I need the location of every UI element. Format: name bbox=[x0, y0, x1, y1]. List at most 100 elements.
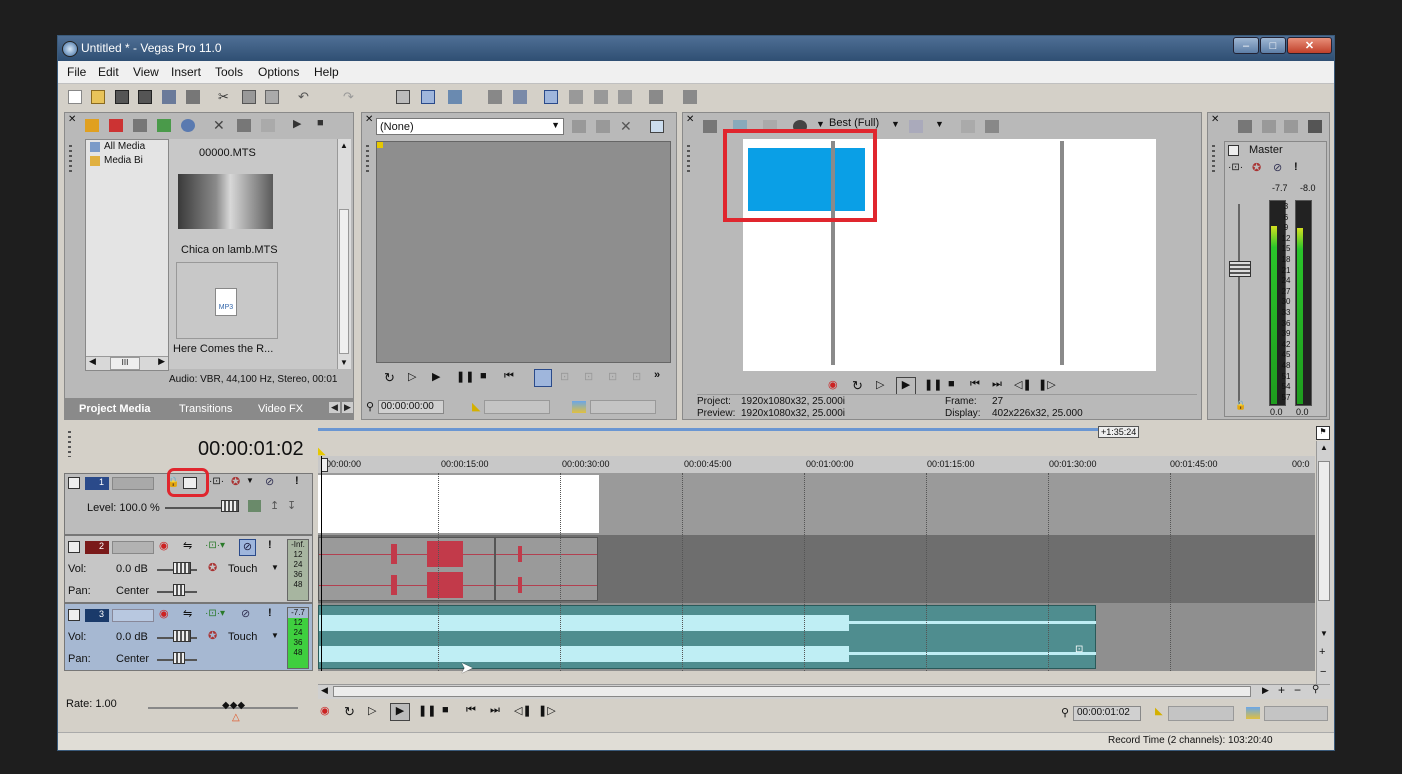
track-1-lane[interactable] bbox=[318, 473, 1315, 535]
zoom-tool-icon[interactable] bbox=[488, 90, 502, 104]
file-name-chica[interactable]: Chica on lamb.MTS bbox=[181, 244, 278, 256]
trimmer-media-dropdown[interactable]: (None) ▼ bbox=[376, 118, 564, 135]
track-automation-icon[interactable]: ·⊡·▾ bbox=[205, 608, 225, 619]
selection-start-field[interactable] bbox=[1168, 706, 1234, 721]
audio-event-3[interactable]: ⊡ bbox=[318, 605, 1096, 669]
marker-flag-icon[interactable]: ⚑ bbox=[1316, 426, 1330, 440]
playhead-handle[interactable] bbox=[321, 458, 328, 472]
audio-event-2b[interactable] bbox=[495, 537, 598, 601]
properties-icon[interactable] bbox=[186, 90, 200, 104]
loop-icon[interactable]: ↻ bbox=[852, 378, 863, 394]
scroll-up-icon[interactable]: ▲ bbox=[340, 141, 348, 150]
master-close-icon[interactable]: ✕ bbox=[1211, 114, 1219, 125]
tab-video-fx[interactable]: Video FX bbox=[258, 403, 303, 415]
trimmer-grip[interactable] bbox=[366, 145, 369, 175]
preview-properties-icon[interactable] bbox=[703, 120, 717, 133]
minimize-button[interactable]: – bbox=[1233, 37, 1259, 54]
master-lock-icon[interactable]: 🔒 bbox=[1235, 400, 1246, 411]
master-select-icon[interactable] bbox=[1228, 145, 1239, 156]
master-fader-handle[interactable] bbox=[1229, 261, 1251, 277]
tree-item-all-media[interactable]: All Media bbox=[104, 141, 145, 152]
timeline-vscroll-thumb[interactable] bbox=[1318, 461, 1330, 601]
file-list-vscrollbar[interactable]: ▲ ▼ bbox=[337, 139, 351, 369]
trimmer-fit-icon[interactable]: ⊡ bbox=[608, 370, 617, 383]
panel-grip[interactable] bbox=[69, 145, 72, 175]
tab-project-media[interactable]: Project Media bbox=[79, 403, 151, 415]
master-fx-icon[interactable]: ✪ bbox=[1252, 161, 1261, 174]
play-from-start-icon[interactable]: ▷ bbox=[368, 704, 376, 717]
master-envelope-icon[interactable] bbox=[1262, 120, 1276, 133]
track-solo-icon[interactable]: ! bbox=[295, 475, 299, 487]
master-mute-icon[interactable] bbox=[1284, 120, 1298, 133]
track-2-lane[interactable] bbox=[318, 535, 1315, 603]
render-icon[interactable] bbox=[162, 90, 176, 104]
master-properties-icon[interactable] bbox=[1238, 120, 1252, 133]
vol-slider-handle[interactable] bbox=[173, 562, 191, 574]
track-3-header[interactable]: 3 ◉ ⇋ ·⊡·▾ ⊘ ! Vol: 0.0 dB ✪ Touch ▼ Pan… bbox=[64, 603, 313, 671]
track-automation-icon[interactable]: ·⊡·▾ bbox=[205, 540, 225, 551]
trimmer-time-field[interactable]: 00:00:00:00 bbox=[378, 400, 444, 414]
scroll-right-icon[interactable]: ▶ bbox=[158, 356, 165, 367]
zoom-out-vertical-icon[interactable]: − bbox=[1320, 666, 1326, 678]
loop-icon[interactable]: ↻ bbox=[344, 704, 355, 720]
automation-mode[interactable]: Touch bbox=[228, 563, 257, 575]
track-mute-icon[interactable]: ⊘ bbox=[239, 539, 256, 556]
trimmer-marker-icon[interactable] bbox=[596, 120, 610, 133]
maximize-button[interactable]: □ bbox=[1260, 37, 1286, 54]
zoom-in-horizontal-icon[interactable]: + bbox=[1278, 683, 1285, 697]
menu-tools[interactable]: Tools bbox=[215, 65, 243, 79]
media-fx-icon[interactable] bbox=[261, 119, 275, 132]
menu-edit[interactable]: Edit bbox=[98, 65, 119, 79]
vscroll-thumb[interactable] bbox=[339, 209, 349, 354]
remove-icon[interactable]: ✕ bbox=[213, 117, 225, 134]
pause-icon[interactable]: ❚❚ bbox=[418, 704, 436, 717]
trimmer-play-icon[interactable]: ▶ bbox=[432, 370, 440, 383]
undo-icon[interactable]: ↶ bbox=[298, 90, 312, 104]
save-snapshot-icon[interactable] bbox=[985, 120, 999, 133]
tab-transitions[interactable]: Transitions bbox=[179, 403, 232, 415]
split-screen-chevron-icon[interactable]: ▼ bbox=[816, 119, 825, 129]
cut-icon[interactable]: ✂ bbox=[218, 90, 232, 104]
track-collapse-icon[interactable] bbox=[68, 541, 80, 553]
play-from-start-icon[interactable]: ▷ bbox=[876, 378, 884, 391]
track-fx-icon[interactable]: ✪ bbox=[208, 561, 217, 574]
trimmer-stop-icon[interactable]: ■ bbox=[480, 370, 487, 382]
trimmer-add-before-icon[interactable]: ⊡ bbox=[560, 370, 569, 383]
level-slider-handle[interactable] bbox=[221, 500, 239, 512]
overlays-chevron-icon[interactable]: ▼ bbox=[935, 119, 944, 129]
copy-icon[interactable] bbox=[242, 90, 256, 104]
tree-hscrollbar[interactable]: ◀ III ▶ bbox=[86, 356, 168, 370]
track-name-field[interactable] bbox=[112, 609, 154, 622]
audio-event-2a[interactable] bbox=[318, 537, 495, 601]
menu-options[interactable]: Options bbox=[258, 65, 299, 79]
track-collapse-icon[interactable] bbox=[68, 609, 80, 621]
search-icon[interactable] bbox=[181, 119, 195, 132]
rate-slider-handle[interactable]: ◆◆◆ bbox=[222, 700, 245, 711]
master-solo-icon[interactable]: ! bbox=[1294, 161, 1298, 173]
copy-snapshot-icon[interactable] bbox=[961, 120, 975, 133]
trimmer-out-field[interactable] bbox=[590, 400, 656, 414]
overlays-icon[interactable] bbox=[909, 120, 923, 133]
open-icon[interactable] bbox=[91, 90, 105, 104]
trimmer-start-icon[interactable]: ⏮ bbox=[504, 370, 514, 383]
close-button[interactable]: ✕ bbox=[1287, 37, 1332, 54]
paste-icon[interactable] bbox=[265, 90, 279, 104]
scroll-left-icon[interactable]: ◀ bbox=[89, 356, 96, 367]
track-2-header[interactable]: 2 ◉ ⇋ ·⊡·▾ ⊘ ! Vol: 0.0 dB ✪ Touch ▼ Pan… bbox=[64, 535, 313, 603]
track-invert-phase-icon[interactable]: ⇋ bbox=[183, 607, 192, 620]
pause-icon[interactable]: ❚❚ bbox=[924, 378, 942, 391]
loop-region-bar[interactable] bbox=[318, 428, 1098, 431]
trimmer-pause-icon[interactable]: ❚❚ bbox=[456, 370, 474, 383]
trimmer-more-icon[interactable]: » bbox=[654, 369, 660, 381]
track-mute-icon[interactable]: ⊘ bbox=[241, 607, 250, 620]
master-meter-icon[interactable] bbox=[1308, 120, 1322, 133]
track-invert-phase-icon[interactable]: ⇋ bbox=[183, 539, 192, 552]
make-child-icon[interactable]: ↧ bbox=[287, 499, 296, 512]
next-frame-icon[interactable]: ❚▷ bbox=[538, 704, 556, 717]
menu-view[interactable]: View bbox=[133, 65, 159, 79]
track-arm-record-icon[interactable]: ◉ bbox=[159, 607, 169, 620]
go-to-start-icon[interactable]: ⏮ bbox=[466, 704, 476, 717]
play-preview-icon[interactable]: ▶ bbox=[293, 117, 301, 130]
envelope-tool-icon[interactable] bbox=[421, 90, 435, 104]
tab-scroll-left-icon[interactable]: ◀ bbox=[329, 402, 340, 413]
